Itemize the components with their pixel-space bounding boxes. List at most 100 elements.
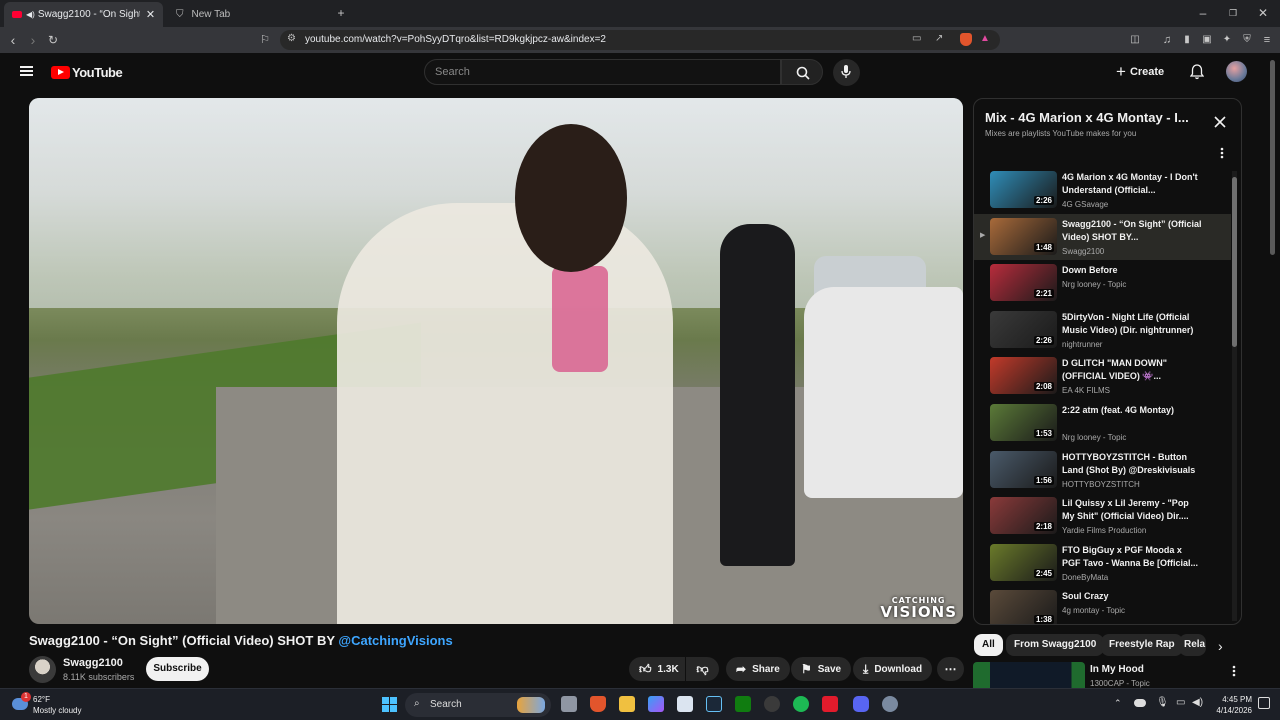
volume-icon[interactable]: ◀) [1192, 697, 1203, 708]
brave-shield-icon[interactable] [960, 33, 972, 46]
settings-gear-icon[interactable] [882, 696, 898, 712]
file-explorer-icon[interactable] [619, 696, 635, 712]
minimize-icon[interactable]: – [1196, 6, 1210, 20]
more-actions-button[interactable]: ⋯ [937, 657, 964, 681]
reload-icon[interactable]: ↻ [46, 33, 60, 47]
playlist-item-thumbnail[interactable]: 1:48 [990, 217, 1057, 255]
playlist-item[interactable]: 2:18 Lil Quissy x Lil Jeremy - "Pop My Sh… [974, 493, 1231, 539]
video-player[interactable]: CATCHING VISIONS [29, 98, 963, 624]
subscribe-button[interactable]: Subscribe [146, 657, 209, 681]
chip-from-channel[interactable]: From Swagg2100 [1006, 634, 1105, 656]
playlist-item-thumbnail[interactable]: 1:38 [990, 590, 1057, 624]
task-view-icon[interactable] [561, 696, 577, 712]
forward-icon[interactable]: › [26, 33, 40, 47]
dislike-button[interactable]: 👎︎ [686, 657, 719, 681]
share-page-icon[interactable]: ↗ [935, 33, 943, 44]
bookmark-icon[interactable]: ⚐ [258, 33, 272, 47]
channel-avatar[interactable] [29, 656, 56, 683]
playlist-item-thumbnail[interactable]: 2:08 [990, 357, 1057, 395]
screenshot-icon[interactable]: ◫ [1128, 33, 1142, 47]
discord-icon[interactable] [853, 696, 869, 712]
playlist-item-title: Swagg2100 - “On Sight” (Official Video) … [1062, 218, 1202, 242]
search-input[interactable]: Search [424, 59, 781, 85]
rewards-icon[interactable]: ▲ [980, 33, 990, 44]
like-button[interactable]: 👍︎ 1.3K [629, 657, 685, 681]
playlist-menu-icon[interactable] [1220, 147, 1224, 159]
playlist-item[interactable]: 1:53 2:22 atm (feat. 4G Montay) Nrg looney… [974, 400, 1231, 446]
playlist-item-thumbnail[interactable]: 2:21 [990, 264, 1057, 302]
sidebar-icon[interactable]: ▮ [1180, 33, 1194, 47]
onedrive-icon[interactable] [1134, 699, 1146, 707]
playlist-item[interactable]: 2:26 5DirtyVon - Night Life (Official Mus… [974, 307, 1231, 353]
playlist-item-thumbnail[interactable]: 2:45 [990, 543, 1057, 581]
steam-icon[interactable] [706, 696, 722, 712]
weather-widget[interactable]: 1 62°F Mostly cloudy [8, 692, 118, 719]
playlist-item[interactable]: 2:45 FTO BigGuy x PGF Mooda x PGF Tavo - … [974, 540, 1231, 586]
create-button[interactable]: + Create [1116, 60, 1164, 84]
new-tab-plus-icon[interactable]: + [334, 6, 348, 20]
cast-icon[interactable]: ▭ [912, 33, 921, 44]
vpn-icon[interactable]: ⛨ [1240, 33, 1254, 47]
system-clock[interactable]: 4:45 PM 4/14/2026 [1210, 694, 1252, 716]
channel-name[interactable]: Swagg2100 [63, 657, 123, 669]
close-playlist-icon[interactable] [1214, 116, 1226, 128]
playlist-item[interactable]: 2:21 Down Before Nrg looney - Topic [974, 260, 1231, 306]
mic-tray-icon[interactable]: 🎙︎ [1156, 697, 1169, 708]
voice-search-button[interactable] [833, 59, 860, 86]
chip-all[interactable]: All [974, 634, 1003, 656]
site-info-icon[interactable]: ⚙ [287, 33, 296, 44]
hamburger-menu-icon[interactable] [20, 66, 33, 76]
copilot-icon[interactable] [648, 696, 664, 712]
youtube-logo[interactable]: YouTube [51, 65, 123, 80]
wallet-icon[interactable]: ▣ [1200, 33, 1214, 47]
spotify-icon[interactable] [793, 696, 809, 712]
brave-browser-icon[interactable] [590, 696, 606, 712]
playlist-item[interactable]: 1:38 Soul Crazy 4g montay - Topic [974, 586, 1231, 624]
playlist-item-thumbnail[interactable]: 1:53 [990, 404, 1057, 441]
playlist-item[interactable]: 1:56 HOTTYBOYZSTITCH - Button Land (Shot … [974, 447, 1231, 493]
close-tab-icon[interactable]: ✕ [146, 8, 155, 21]
playlist-scrollbar[interactable] [1232, 171, 1237, 621]
recommendation-thumbnail[interactable] [973, 662, 1085, 688]
playlist-item-thumbnail[interactable]: 1:56 [990, 450, 1057, 488]
playlist-item-thumbnail[interactable]: 2:26 [990, 171, 1057, 208]
playlist-item[interactable]: ▶ 1:48 Swagg2100 - “On Sight” (Official Vi… [974, 213, 1231, 260]
windows-start-icon[interactable] [382, 697, 397, 712]
chip-related[interactable]: Rela [1179, 634, 1206, 656]
chip-freestyle-rap[interactable]: Freestyle Rap [1101, 634, 1183, 656]
mention-link[interactable]: @CatchingVisions [338, 633, 452, 648]
github-icon[interactable] [764, 696, 780, 712]
search-button[interactable] [781, 59, 823, 85]
show-hidden-icons[interactable]: ⌃ [1114, 698, 1122, 709]
xbox-icon[interactable] [735, 696, 751, 712]
media-icon[interactable]: ♫ [1160, 33, 1174, 47]
recommendation-menu-icon[interactable] [1232, 665, 1236, 677]
page-scrollbar[interactable] [1270, 60, 1275, 255]
recommendation-title[interactable]: In My Hood [1090, 664, 1144, 675]
save-button[interactable]: ⚑ Save [791, 657, 852, 681]
menu-icon[interactable]: ≡ [1260, 33, 1274, 47]
thumbs-down-icon: 👎︎ [696, 661, 709, 676]
account-avatar[interactable] [1226, 61, 1247, 82]
tab-youtube[interactable]: ◀) Swagg2100 - “On Sight” (Offi ✕ [4, 2, 163, 27]
playlist-item-thumbnail[interactable]: 2:18 [990, 497, 1057, 535]
tab-new-tab[interactable]: ⛉ New Tab [168, 2, 328, 27]
playlist-item-thumbnail[interactable]: 2:26 [990, 310, 1057, 348]
notifications-bell-icon[interactable] [1190, 64, 1204, 80]
microsoft-store-icon[interactable] [677, 696, 693, 712]
address-bar[interactable]: ⚙ youtube.com/watch?v=PohSyyDTqro&list=R… [280, 30, 1000, 50]
chevron-right-icon[interactable]: › [1218, 639, 1223, 653]
back-icon[interactable]: ‹ [6, 33, 20, 47]
download-button[interactable]: ⤓ Download [853, 657, 933, 681]
notification-center-icon[interactable] [1258, 697, 1270, 709]
playlist-item[interactable]: 2:26 4G Marion x 4G Montay - I Don't Unde… [974, 167, 1231, 213]
adobe-icon[interactable] [822, 696, 838, 712]
playlist-item[interactable]: 2:08 D GLITCH "MAN DOWN" (OFFICIAL VIDEO)… [974, 353, 1231, 399]
restore-icon[interactable]: ❐ [1226, 6, 1240, 20]
share-button[interactable]: ➦ Share [726, 657, 790, 681]
taskbar-search[interactable]: ⌕ Search [405, 693, 551, 717]
network-icon[interactable]: ▭ [1176, 697, 1185, 708]
close-window-icon[interactable]: ✕ [1256, 6, 1270, 20]
leo-ai-icon[interactable]: ✦ [1220, 33, 1234, 47]
temperature: 62°F [33, 695, 50, 704]
